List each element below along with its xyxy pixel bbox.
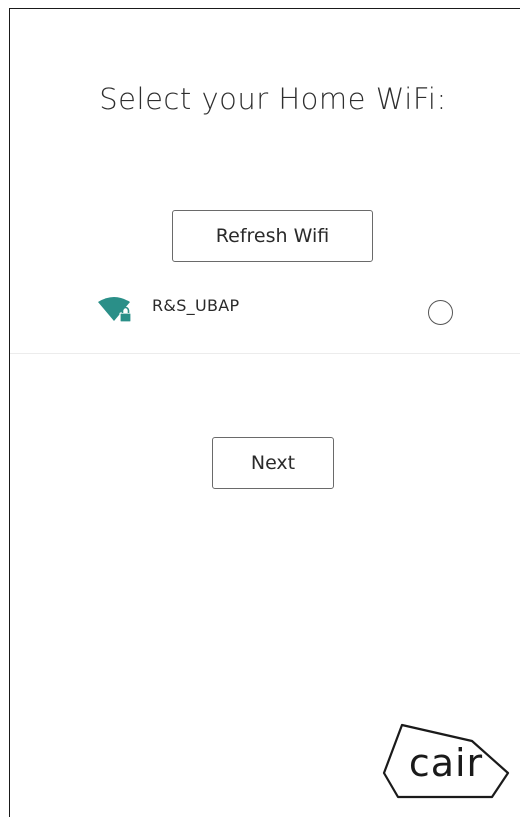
logo-text: cair [408,741,484,785]
page-title: Select your Home WiFi: [99,82,447,116]
app-frame [9,8,520,817]
refresh-wifi-button[interactable]: Refresh Wifi [172,210,373,262]
wifi-network-item[interactable]: R&S_UBAP [10,282,520,354]
wifi-select-radio[interactable] [428,300,453,325]
next-button[interactable]: Next [212,437,334,489]
cair-logo: cair [380,721,512,801]
wifi-lock-icon [96,294,136,324]
wifi-ssid-label: R&S_UBAP [152,296,240,315]
